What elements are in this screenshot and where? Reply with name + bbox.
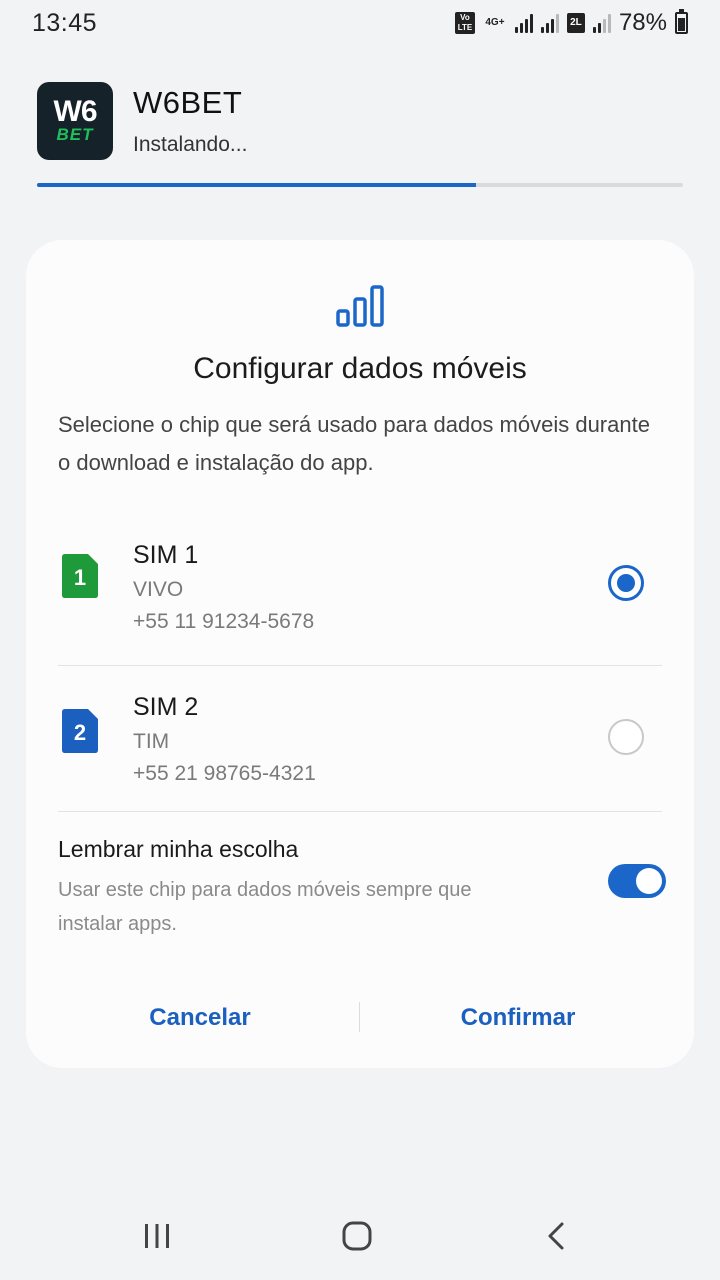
remember-choice-title: Lembrar minha escolha xyxy=(58,836,299,862)
sim-option-1[interactable]: 1 SIM 1 VIVO +55 11 91234-5678 xyxy=(58,540,662,666)
button-divider xyxy=(359,1002,360,1032)
sim-option-2[interactable]: 2 SIM 2 TIM +55 21 98765-4321 xyxy=(58,692,662,812)
confirm-button[interactable]: Confirmar xyxy=(368,996,668,1040)
battery-icon xyxy=(675,9,688,34)
mobile-data-dialog: Configurar dados móveis Selecione o chip… xyxy=(26,240,694,1068)
navigation-bar xyxy=(0,1196,720,1280)
remember-choice-description: Usar este chip para dados móveis sempre … xyxy=(58,879,472,935)
app-logo: W6 BET xyxy=(37,82,113,160)
sim-1-carrier: VIVO xyxy=(133,578,184,601)
dialog-actions: Cancelar Confirmar xyxy=(26,996,694,1040)
sim-2-radio[interactable] xyxy=(608,719,644,755)
sim2-badge-icon: 2L xyxy=(566,13,585,33)
dialog-description: Selecione o chip que será usado para dad… xyxy=(58,412,650,475)
network-type-label: 4G+ xyxy=(485,17,505,28)
status-bar: 13:45 Vo LTE 4G+ 2L 78% xyxy=(0,0,720,46)
sim-1-phone-number: +55 11 91234-5678 xyxy=(133,610,315,633)
home-icon[interactable] xyxy=(337,1216,377,1256)
app-name: W6BET xyxy=(133,85,243,120)
sim-1-radio[interactable] xyxy=(608,565,644,601)
app-logo-bottom: BET xyxy=(56,125,94,144)
app-logo-top: W6 xyxy=(53,95,98,128)
install-progress-fill xyxy=(37,183,477,187)
sim-1-name: SIM 1 xyxy=(133,541,199,569)
mobile-data-signal-icon xyxy=(336,285,384,327)
back-icon[interactable] xyxy=(537,1216,577,1256)
sim-card-1-number: 1 xyxy=(74,565,86,590)
dialog-title: Configurar dados móveis xyxy=(193,352,527,385)
recent-apps-icon[interactable] xyxy=(137,1216,177,1256)
install-status: Instalando... xyxy=(133,133,248,156)
volte-icon: Vo LTE xyxy=(454,12,475,34)
signal-icon-sim1-secondary xyxy=(540,13,559,33)
sim-2-carrier: TIM xyxy=(133,730,170,753)
sim-2-name: SIM 2 xyxy=(133,693,199,721)
installing-app-header: W6 BET W6BET Instalando... xyxy=(37,82,247,160)
sim-card-2-number: 2 xyxy=(74,720,86,745)
remember-choice-toggle[interactable] xyxy=(608,864,666,898)
toggle-knob xyxy=(636,868,662,894)
signal-icon-sim1 xyxy=(514,13,533,33)
status-time: 13:45 xyxy=(32,8,98,37)
signal-icon-sim2 xyxy=(592,13,611,33)
status-icons: Vo LTE 4G+ 2L 78% xyxy=(454,9,688,37)
remember-choice-row[interactable]: Lembrar minha escolha Usar este chip par… xyxy=(58,836,666,946)
sim-card-1-icon: 1 xyxy=(62,554,98,598)
cancel-button[interactable]: Cancelar xyxy=(50,996,350,1040)
battery-percent: 78% xyxy=(618,9,667,36)
sim-2-phone-number: +55 21 98765-4321 xyxy=(133,762,316,785)
sim-card-2-icon: 2 xyxy=(62,709,98,753)
install-progress-bar xyxy=(37,183,683,187)
